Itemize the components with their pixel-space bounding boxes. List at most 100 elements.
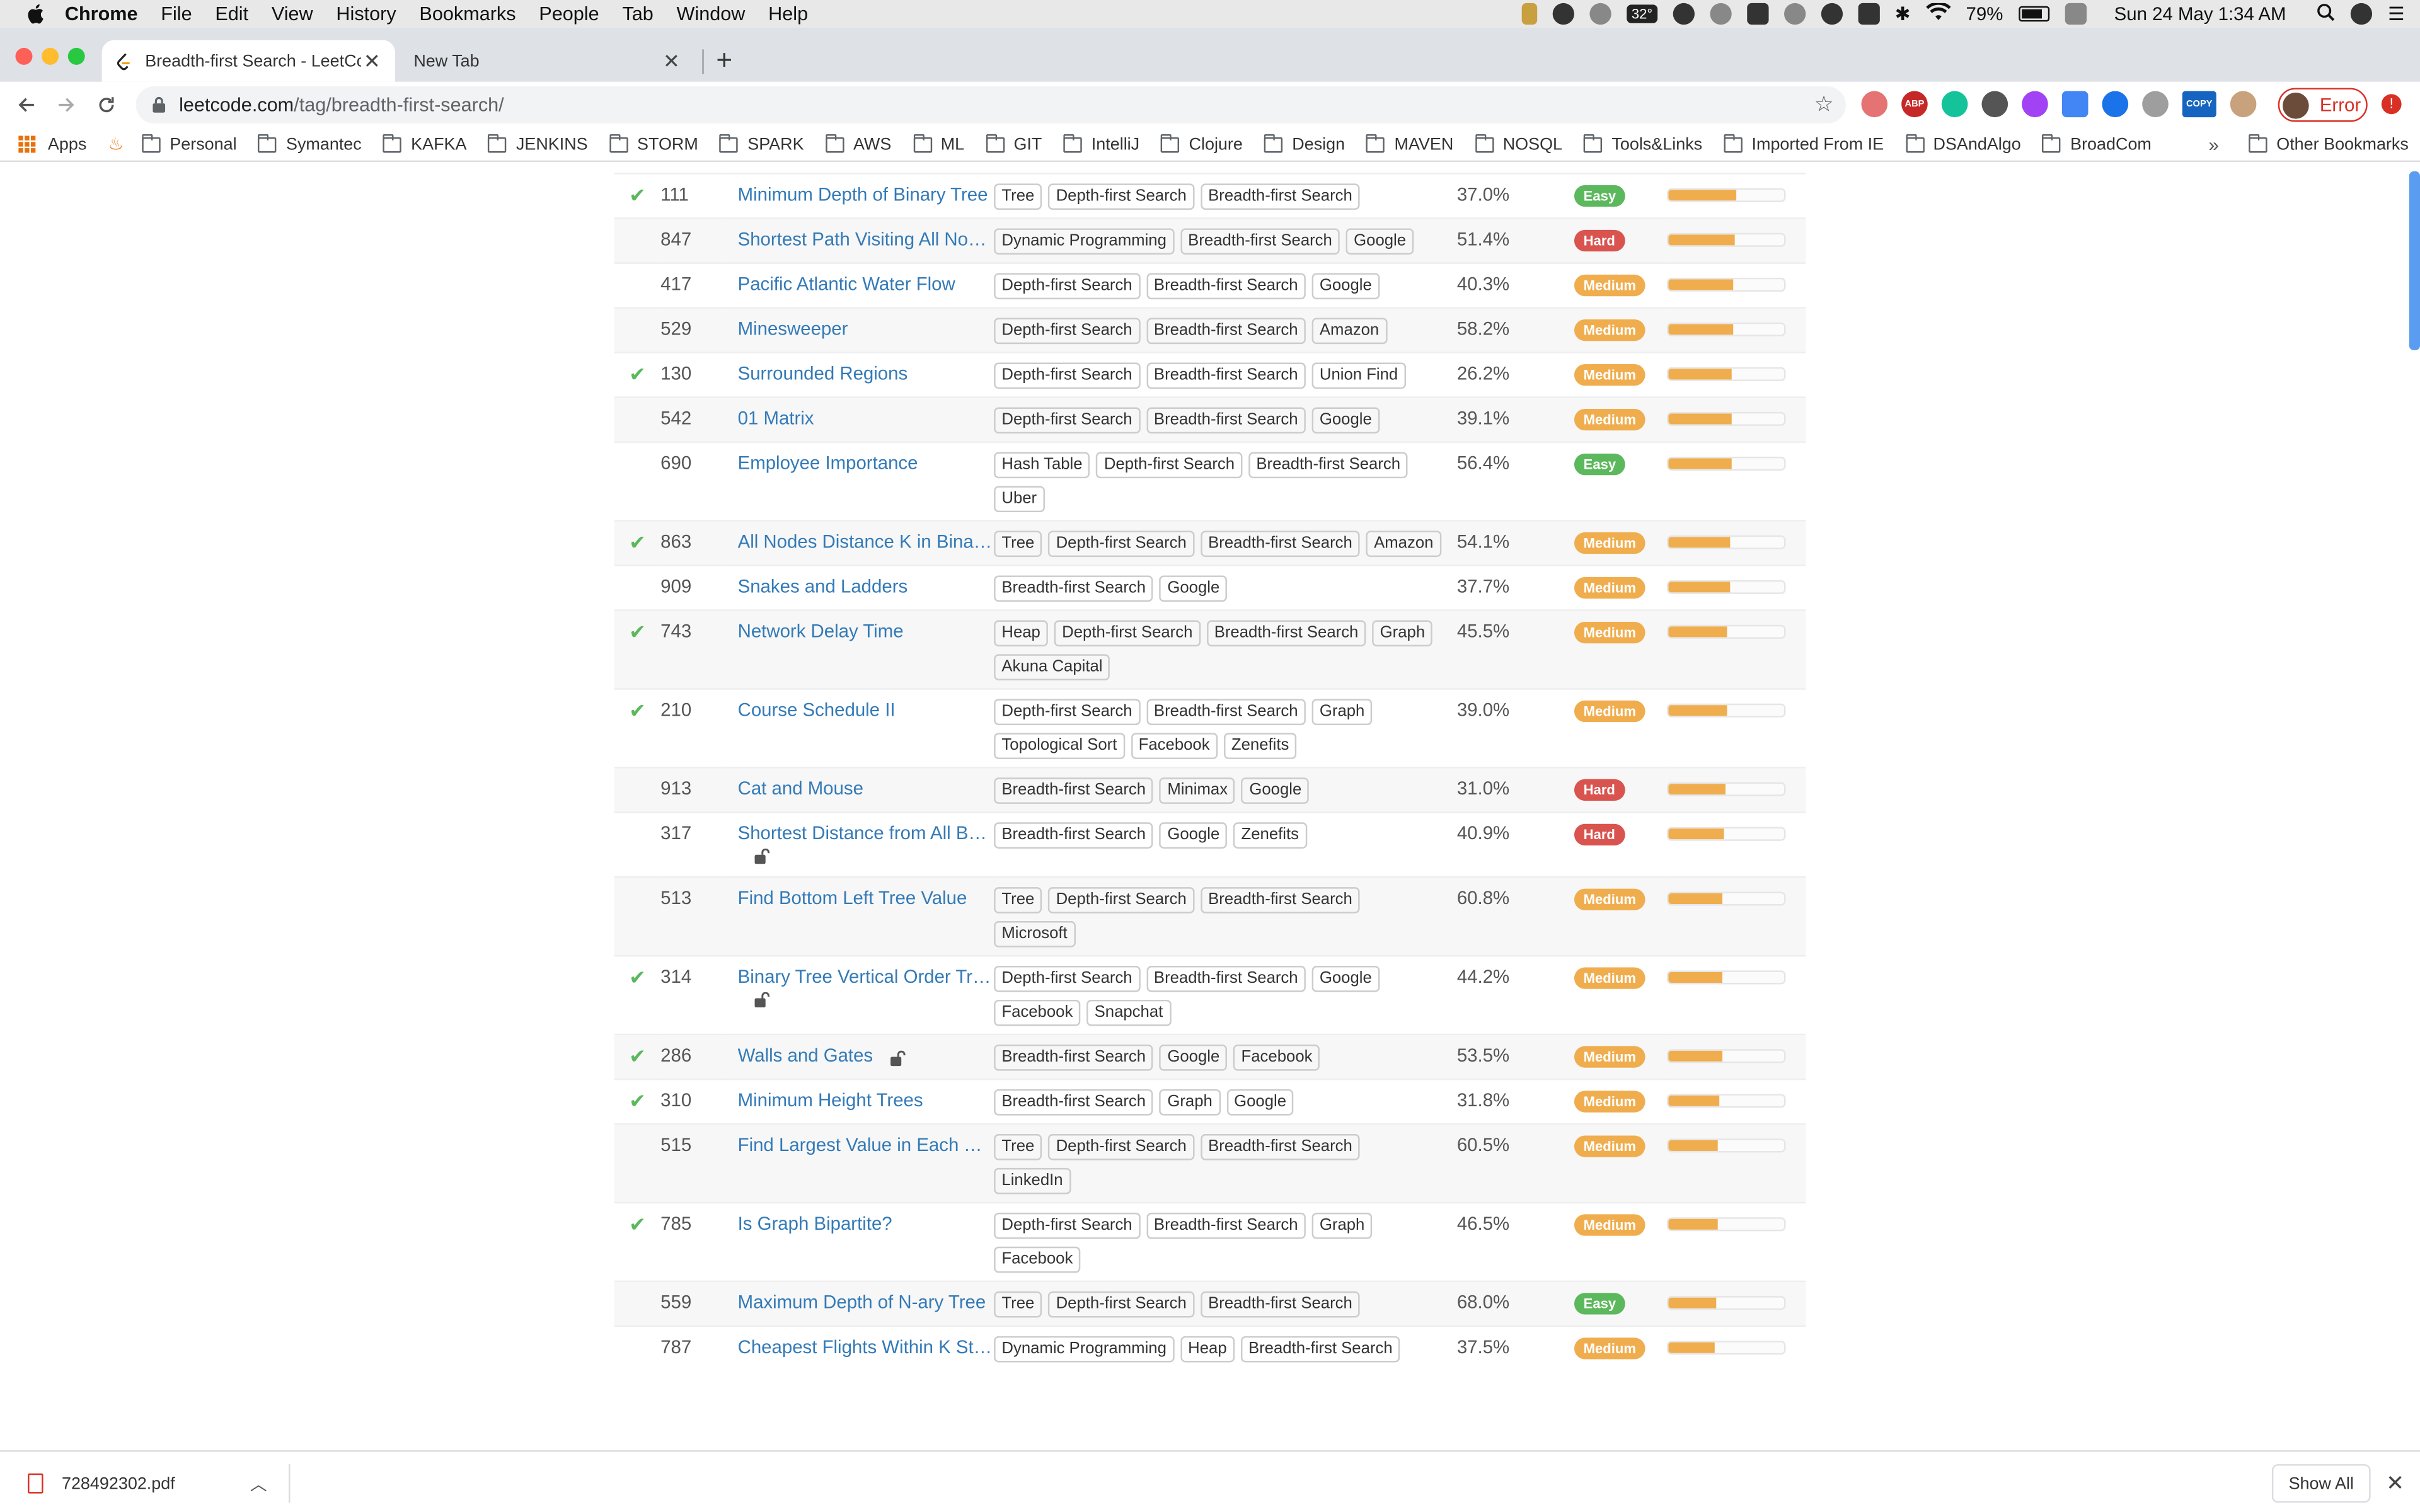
chrome-menu-update-icon[interactable]: ! — [2381, 94, 2402, 115]
circle-status-icon[interactable] — [1552, 3, 1575, 25]
grammarly-status-icon[interactable] — [1821, 3, 1843, 25]
topic-tag[interactable]: Heap — [1180, 1336, 1235, 1363]
question-title-link[interactable]: Shortest Path Visiting All Nodes — [738, 228, 993, 249]
question-title-link[interactable]: Binary Tree Vertical Order Traversal — [738, 966, 993, 987]
topic-tag[interactable]: Google — [1160, 1044, 1228, 1071]
topic-tag[interactable]: Depth-first Search — [994, 699, 1140, 726]
close-download-shelf-icon[interactable]: ✕ — [2386, 1470, 2404, 1497]
chevron-up-icon[interactable]: ︿ — [250, 1472, 267, 1496]
bookmark-folder-git[interactable]: GIT — [986, 133, 1042, 154]
topic-tag[interactable]: Depth-first Search — [994, 273, 1140, 300]
profile-button[interactable]: Error — [2278, 88, 2368, 122]
clock[interactable]: Sun 24 May 1:34 AM — [2114, 3, 2286, 25]
extension-red-icon[interactable] — [1861, 91, 1888, 118]
bluetooth-icon[interactable]: ✱ — [1895, 3, 1911, 25]
topic-tag[interactable]: Breadth-first Search — [1200, 1134, 1361, 1160]
topic-tag[interactable]: Google — [1226, 1089, 1294, 1116]
topic-tag[interactable]: Depth-first Search — [1048, 530, 1195, 558]
topic-tag[interactable]: Minimax — [1160, 777, 1236, 804]
topic-tag[interactable]: Facebook — [1131, 733, 1218, 759]
topic-tag[interactable]: Breadth-first Search — [1146, 273, 1306, 300]
menu-history[interactable]: History — [336, 3, 396, 25]
new-tab-button[interactable]: + — [716, 46, 732, 74]
menu-edit[interactable]: Edit — [215, 3, 248, 25]
question-title-link[interactable]: Cat and Mouse — [738, 777, 993, 799]
magnifier-status-icon[interactable] — [1783, 3, 1806, 25]
bookmark-other-bookmarks[interactable]: Other Bookmarks — [2249, 128, 2409, 162]
menu-tab[interactable]: Tab — [622, 3, 653, 25]
topic-tag[interactable]: Depth-first Search — [1054, 620, 1201, 647]
topic-tag[interactable]: Graph — [1372, 620, 1433, 647]
topic-tag[interactable]: Breadth-first Search — [1146, 699, 1306, 726]
spotlight-search-icon[interactable] — [2317, 3, 2335, 26]
bookmark-folder-dsandalgo[interactable]: DSAndAlgo — [1905, 133, 2021, 154]
scrollbar-thumb[interactable] — [2409, 171, 2420, 350]
topic-tag[interactable]: Tree — [994, 183, 1042, 210]
topic-tag[interactable]: Amazon — [1366, 530, 1441, 558]
topic-tag[interactable]: Breadth-first Search — [994, 575, 1154, 602]
menu-people[interactable]: People — [539, 3, 599, 25]
topic-tag[interactable]: Tree — [994, 1291, 1042, 1318]
siri-icon[interactable] — [2351, 3, 2373, 25]
topic-tag[interactable]: Breadth-first Search — [1200, 887, 1361, 914]
question-title-link[interactable]: Find Largest Value in Each Tree Row — [738, 1134, 993, 1155]
extension-dark-icon[interactable] — [1981, 91, 2008, 118]
battery-icon[interactable] — [2018, 6, 2049, 22]
menu-view[interactable]: View — [272, 3, 313, 25]
download-item[interactable]: 728492302.pdf ︿ — [18, 1464, 291, 1503]
topic-tag[interactable]: Depth-first Search — [1048, 1134, 1195, 1160]
bookmark-folder-jenkins[interactable]: JENKINS — [488, 133, 588, 154]
back-button[interactable] — [13, 91, 40, 118]
question-title-link[interactable]: Employee Importance — [738, 452, 993, 474]
question-title-link[interactable]: Cheapest Flights Within K Stops — [738, 1336, 993, 1358]
bookmark-folder-ml[interactable]: ML — [913, 133, 964, 154]
topic-tag[interactable]: Breadth-first Search — [1146, 966, 1306, 992]
question-title-link[interactable]: Pacific Atlantic Water Flow — [738, 273, 993, 294]
globe-status-icon[interactable] — [1709, 3, 1732, 25]
topic-tag[interactable]: Google — [1242, 777, 1310, 804]
question-title-link[interactable]: Is Graph Bipartite? — [738, 1213, 993, 1234]
question-title-link[interactable]: Shortest Distance from All Buildings — [738, 822, 993, 844]
address-bar[interactable]: leetcode.com/tag/breadth-first-search/ ☆ — [135, 86, 1846, 123]
topic-tag[interactable]: Heap — [994, 620, 1049, 647]
topic-tag[interactable]: Graph — [1160, 1089, 1221, 1116]
topic-tag[interactable]: Breadth-first Search — [1240, 1336, 1400, 1363]
bookmark-folder-symantec[interactable]: Symantec — [258, 133, 362, 154]
forward-button[interactable] — [52, 91, 80, 118]
grammarly-extension-icon[interactable] — [1941, 91, 1968, 118]
box-status-icon[interactable] — [1746, 3, 1768, 25]
extension-purple-icon[interactable] — [2022, 91, 2048, 118]
translate-extension-icon[interactable] — [2061, 91, 2089, 118]
topic-tag[interactable]: Breadth-first Search — [1146, 318, 1306, 345]
shield-status-icon[interactable] — [1521, 3, 1538, 25]
topic-tag[interactable]: Tree — [994, 887, 1042, 914]
topic-tag[interactable]: Graph — [1311, 699, 1373, 726]
topic-tag[interactable]: Depth-first Search — [994, 407, 1140, 434]
wifi-icon[interactable] — [1925, 1, 1951, 26]
tab-leetcode[interactable]: Breadth-first Search - LeetCode ✕ — [101, 40, 395, 82]
topic-tag[interactable]: Breadth-first Search — [1146, 362, 1306, 389]
camera-status-icon[interactable] — [1673, 3, 1695, 25]
topic-tag[interactable]: Depth-first Search — [994, 966, 1140, 992]
bookmark-folder-personal[interactable]: Personal — [142, 133, 237, 154]
show-all-button[interactable]: Show All — [2271, 1464, 2371, 1503]
topic-tag[interactable]: Breadth-first Search — [1146, 407, 1306, 434]
topic-tag[interactable]: Dynamic Programming — [994, 1336, 1175, 1363]
topic-tag[interactable]: Breadth-first Search — [1200, 530, 1361, 558]
bookmark-folder-imported-from-ie[interactable]: Imported From IE — [1724, 133, 1884, 154]
question-title-link[interactable]: Maximum Depth of N-ary Tree — [738, 1292, 993, 1313]
extension-cookie-icon[interactable] — [2230, 91, 2257, 118]
question-title-link[interactable]: Course Schedule II — [738, 699, 993, 720]
copy-extension-icon[interactable]: COPY — [2182, 91, 2216, 118]
bookmark-flame-icon[interactable]: ♨ — [108, 134, 124, 154]
topic-tag[interactable]: Snapchat — [1086, 999, 1171, 1026]
topic-tag[interactable]: Uber — [994, 486, 1045, 513]
close-tab-icon[interactable]: ✕ — [660, 49, 682, 73]
topic-tag[interactable]: Google — [1311, 966, 1380, 992]
topic-tag[interactable]: Google — [1160, 822, 1228, 849]
topic-tag[interactable]: Facebook — [994, 1246, 1081, 1273]
extension-blue-icon[interactable] — [2102, 91, 2129, 118]
bookmark-folder-maven[interactable]: MAVEN — [1366, 133, 1453, 154]
timer-icon[interactable] — [1589, 3, 1612, 25]
close-window-button[interactable] — [15, 47, 33, 65]
